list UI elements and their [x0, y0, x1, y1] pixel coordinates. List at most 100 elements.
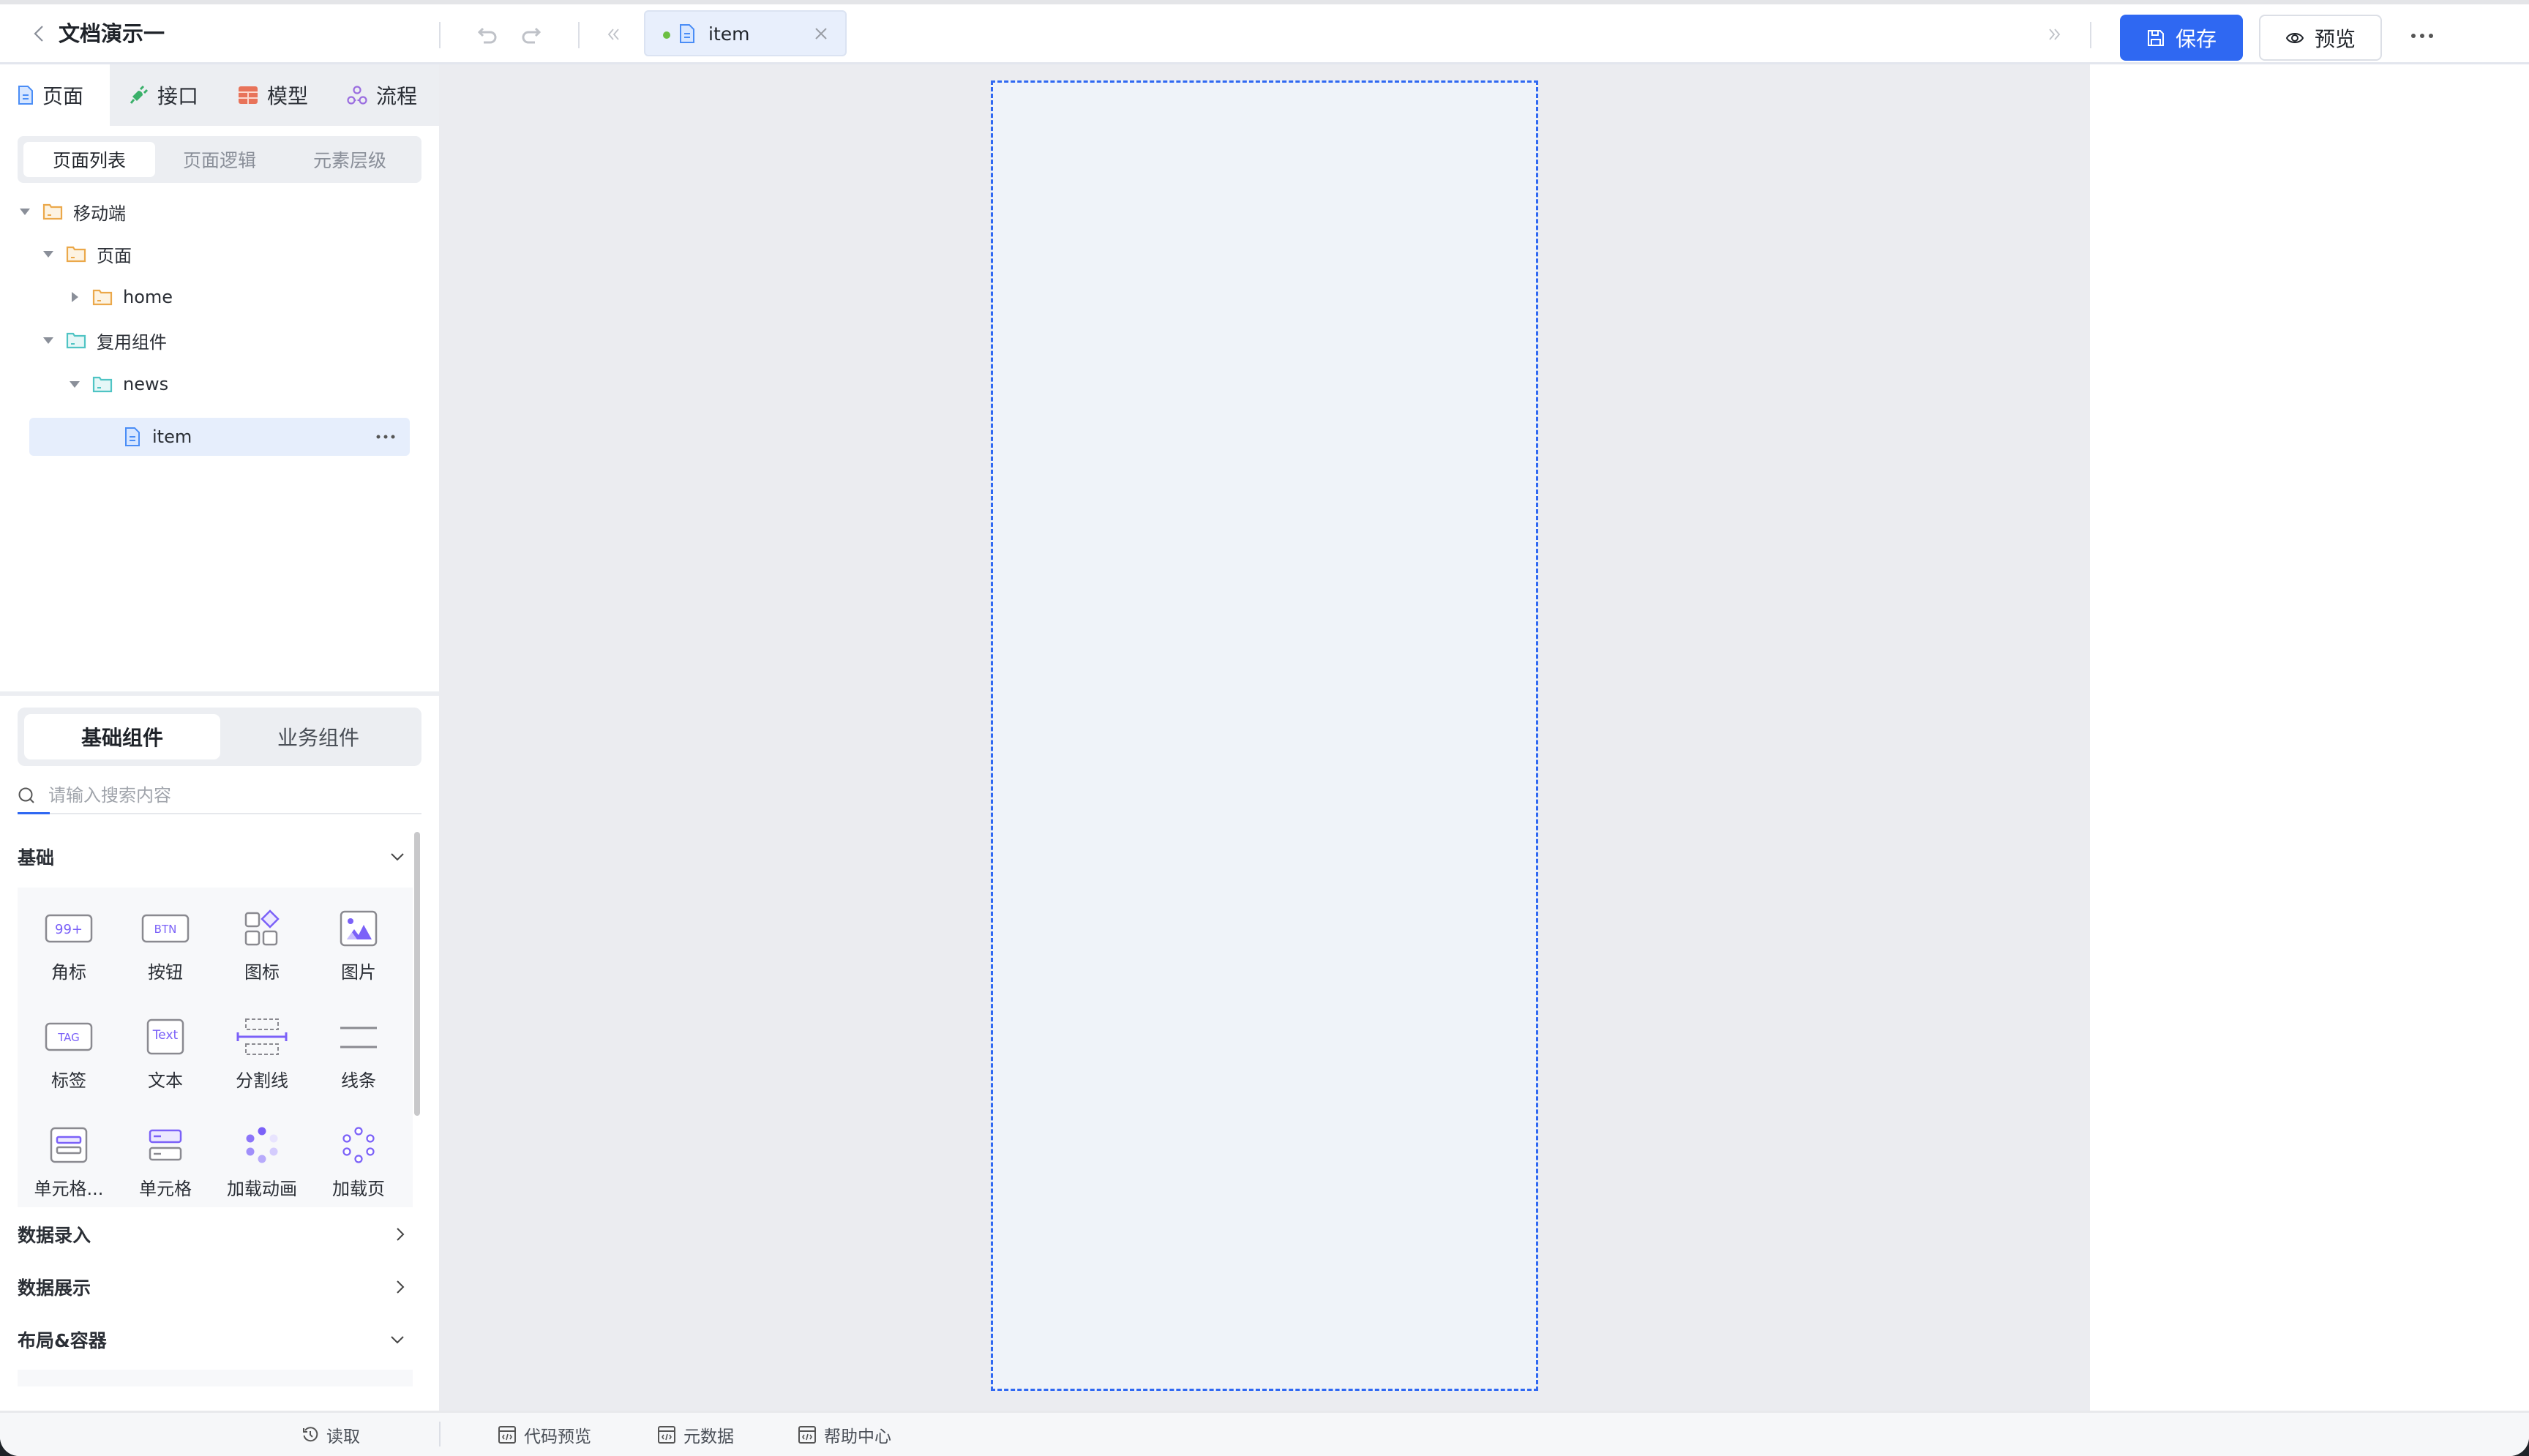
history-icon: [303, 1427, 318, 1442]
scroll-tabs-left-icon[interactable]: [602, 22, 626, 47]
svg-text:BTN: BTN: [154, 923, 177, 936]
save-button[interactable]: 保存: [2120, 15, 2243, 61]
undo-icon[interactable]: [476, 22, 501, 47]
tree-node-pages[interactable]: 页面: [0, 235, 381, 273]
design-canvas[interactable]: [439, 64, 2090, 1411]
search-icon: [18, 787, 34, 803]
svg-text:Text: Text: [152, 1028, 179, 1043]
unsaved-status-dot: [663, 31, 670, 39]
tab-pages[interactable]: 页面: [0, 64, 110, 126]
header-divider: [578, 22, 580, 48]
category-label: 布局&容器: [18, 1330, 107, 1351]
preview-label: 预览: [2314, 26, 2356, 51]
eye-icon: [2285, 32, 2304, 43]
component-icon[interactable]: 图标: [214, 888, 310, 996]
bottom-bar: 读取 代码预览 元数据 帮助中心: [0, 1411, 2529, 1456]
tab-flows-label: 流程: [376, 84, 418, 108]
caret-down-icon[interactable]: [41, 333, 56, 348]
metadata-label: 元数据: [683, 1427, 734, 1446]
close-tab-icon[interactable]: [812, 25, 830, 42]
caret-down-icon[interactable]: [67, 377, 82, 391]
component-loading[interactable]: 加载动画: [214, 1104, 310, 1212]
file-icon: [125, 427, 140, 446]
open-tab-item[interactable]: item: [644, 10, 847, 56]
tab-business-components[interactable]: 业务组件: [220, 714, 416, 759]
chevron-down-icon: [391, 1336, 404, 1344]
more-options-icon[interactable]: [2408, 25, 2437, 47]
back-chevron-icon[interactable]: [28, 20, 50, 47]
category-layout-container[interactable]: 布局&容器: [18, 1321, 405, 1358]
component-badge[interactable]: 99+ 角标: [20, 888, 117, 996]
header-divider: [2090, 22, 2091, 48]
page-icon: [18, 86, 33, 105]
category-data-display[interactable]: 数据展示: [18, 1269, 405, 1305]
tree-node-home[interactable]: home: [0, 278, 381, 316]
component-label: 标签: [51, 1070, 86, 1091]
tree-label: home: [123, 287, 173, 307]
component-text[interactable]: Text 文本: [117, 996, 214, 1104]
badge-icon: 99+: [45, 914, 93, 943]
component-divider[interactable]: 分割线: [214, 996, 310, 1104]
search-input[interactable]: [48, 781, 414, 810]
tab-models[interactable]: 模型: [238, 64, 308, 126]
component-cell-group[interactable]: 单元格...: [20, 1104, 117, 1212]
panel-splitter[interactable]: [0, 691, 439, 696]
save-label: 保存: [2175, 26, 2217, 51]
tree-node-mobile[interactable]: 移动端: [0, 192, 381, 230]
help-center-label: 帮助中心: [824, 1427, 891, 1446]
tab-basic-components[interactable]: 基础组件: [24, 714, 220, 759]
component-tag[interactable]: TAG 标签: [20, 996, 117, 1104]
open-tab-label: item: [708, 23, 750, 45]
seg-page-list[interactable]: 页面列表: [23, 142, 155, 177]
component-lines[interactable]: 线条: [310, 996, 407, 1104]
read-button[interactable]: 读取: [301, 1422, 360, 1448]
lines-icon: [340, 1027, 377, 1048]
tag-icon: TAG: [45, 1022, 93, 1051]
tree-node-item[interactable]: item: [29, 418, 410, 456]
caret-right-icon[interactable]: [67, 290, 82, 304]
category-label: 数据展示: [18, 1277, 91, 1299]
divider-icon: [236, 1018, 288, 1055]
code-icon: [798, 1426, 816, 1444]
node-more-icon[interactable]: [376, 434, 395, 440]
image-icon: [340, 910, 378, 947]
metadata-button[interactable]: 元数据: [657, 1422, 734, 1448]
flow-icon: [347, 86, 367, 105]
app-window: 文档演示一 item 保存 预览 页面 接口 模型 流程 页面列表 页面逻辑 元…: [0, 0, 2529, 1456]
component-loading-page[interactable]: 加载页: [310, 1104, 407, 1212]
tree-label: 移动端: [73, 203, 126, 224]
tab-interfaces[interactable]: 接口: [128, 64, 198, 126]
save-icon: [2147, 29, 2164, 46]
category-data-entry[interactable]: 数据录入: [18, 1216, 405, 1253]
code-preview-button[interactable]: 代码预览: [498, 1422, 591, 1448]
caret-down-icon[interactable]: [18, 204, 32, 219]
loading-page-icon: [342, 1127, 375, 1163]
component-label: 按钮: [148, 962, 183, 983]
folder-icon: [66, 332, 86, 349]
preview-button[interactable]: 预览: [2259, 15, 2382, 61]
layout-component-grid: [18, 1370, 413, 1386]
tree-label: 复用组件: [97, 331, 167, 353]
tree-node-news[interactable]: news: [0, 365, 381, 403]
category-basic[interactable]: 基础: [18, 838, 405, 875]
folder-icon: [92, 376, 113, 393]
help-center-button[interactable]: 帮助中心: [798, 1422, 891, 1448]
seg-page-logic[interactable]: 页面逻辑: [154, 142, 285, 177]
component-list-scrollbar[interactable]: [414, 832, 420, 1116]
tab-flows[interactable]: 流程: [347, 64, 417, 126]
scroll-tabs-right-icon[interactable]: [2042, 22, 2067, 47]
search-focus-indicator: [18, 812, 50, 814]
seg-element-hierarchy[interactable]: 元素层级: [284, 142, 416, 177]
svg-text:TAG: TAG: [57, 1031, 80, 1044]
component-button[interactable]: BTN 按钮: [117, 888, 214, 996]
artboard[interactable]: [991, 80, 1538, 1391]
caret-down-icon[interactable]: [41, 247, 56, 261]
category-label: 数据录入: [18, 1225, 91, 1246]
component-label: 图标: [244, 962, 280, 983]
chevron-right-icon: [397, 1228, 405, 1241]
button-icon: BTN: [141, 914, 190, 943]
component-cell[interactable]: 单元格: [117, 1104, 214, 1212]
redo-icon[interactable]: [518, 22, 543, 47]
tree-node-reusable[interactable]: 复用组件: [0, 321, 381, 359]
component-image[interactable]: 图片: [310, 888, 407, 996]
